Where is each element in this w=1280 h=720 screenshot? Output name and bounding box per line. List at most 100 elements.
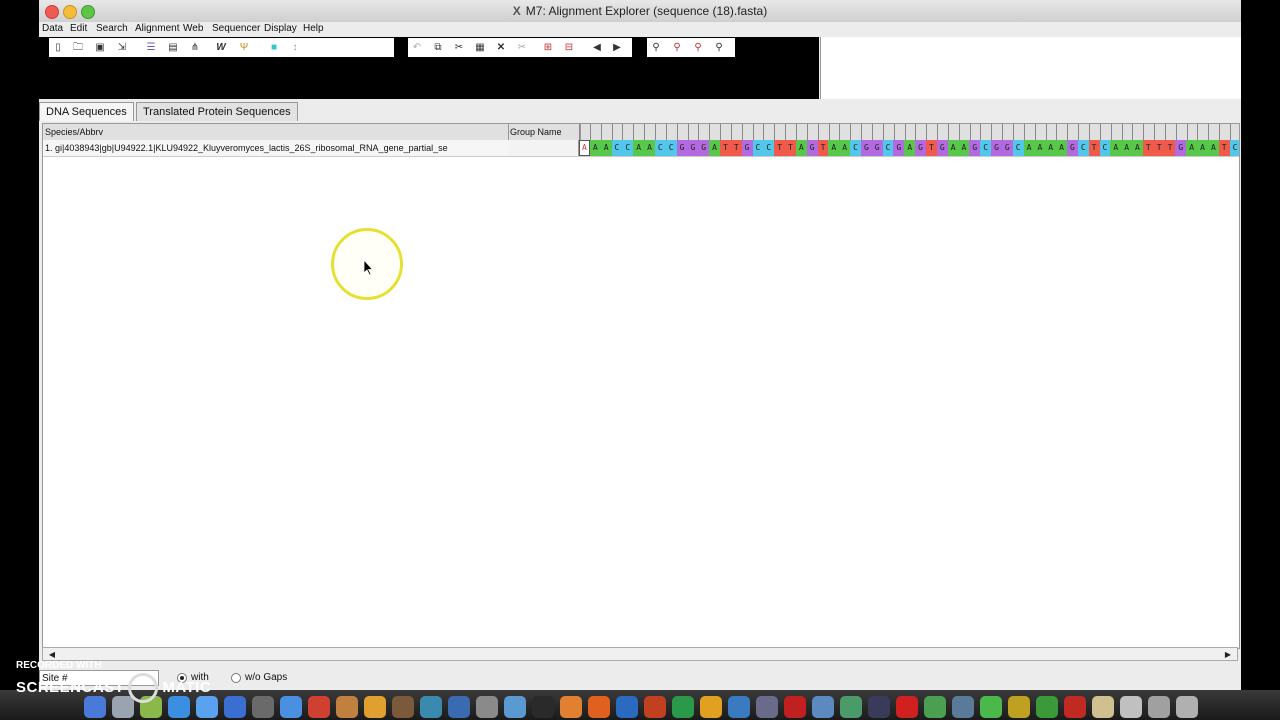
base-cell[interactable]: G: [698, 140, 710, 156]
base-cell[interactable]: G: [1066, 140, 1078, 156]
base-cell[interactable]: A: [1023, 140, 1035, 156]
iphoto-icon[interactable]: [336, 696, 358, 718]
firefox-icon[interactable]: [588, 696, 610, 718]
excel-icon[interactable]: [672, 696, 694, 718]
time-machine-icon[interactable]: [420, 696, 442, 718]
delete-gaps-icon[interactable]: ✂: [514, 40, 530, 55]
base-cell[interactable]: A: [839, 140, 851, 156]
tab-dna-sequences[interactable]: DNA Sequences: [39, 102, 134, 121]
facetime-icon[interactable]: [224, 696, 246, 718]
find-icon[interactable]: ⚲: [648, 40, 664, 55]
open-folder-icon[interactable]: 🗀: [70, 40, 86, 55]
base-cell[interactable]: G: [687, 140, 699, 156]
app-icon-13[interactable]: [1036, 696, 1058, 718]
base-cell[interactable]: C: [622, 140, 634, 156]
app-icon-11[interactable]: [952, 696, 974, 718]
base-cell[interactable]: C: [611, 140, 623, 156]
species-name-cell[interactable]: 1. gi|4038943|gb|U94922.1|KLU94922_Kluyv…: [43, 140, 509, 156]
delete-icon[interactable]: ✕: [493, 40, 509, 55]
base-cell[interactable]: A: [633, 140, 645, 156]
app-icon-2[interactable]: [392, 696, 414, 718]
base-cell[interactable]: A: [600, 140, 612, 156]
cut-icon[interactable]: ✂: [451, 40, 467, 55]
app-icon-8[interactable]: [812, 696, 834, 718]
base-cell[interactable]: T: [785, 140, 796, 156]
base-cell[interactable]: G: [676, 140, 688, 156]
scroll-right-icon[interactable]: ▶: [609, 40, 625, 55]
base-cell[interactable]: T: [1088, 140, 1100, 156]
save-icon[interactable]: ▣: [92, 40, 108, 55]
base-cell[interactable]: G: [991, 140, 1002, 156]
app-icon-9[interactable]: [840, 696, 862, 718]
sequence-cells[interactable]: AAACCAACCGGGATTGCCTTAGTAACGGCGAGTGAAGCGG…: [579, 140, 1239, 156]
find-prev-icon[interactable]: ⚲: [669, 40, 685, 55]
gmail-icon[interactable]: [896, 696, 918, 718]
menu-search[interactable]: Search: [96, 23, 128, 34]
base-cell[interactable]: A: [947, 140, 959, 156]
base-cell[interactable]: A: [828, 140, 840, 156]
scroll-left-icon[interactable]: ◀: [589, 40, 605, 55]
document-icon[interactable]: [1092, 696, 1114, 718]
find-next-icon[interactable]: ⚲: [690, 40, 706, 55]
base-cell[interactable]: G: [806, 140, 818, 156]
app-icon-4[interactable]: [504, 696, 526, 718]
base-cell[interactable]: G: [741, 140, 753, 156]
base-cell[interactable]: T: [817, 140, 829, 156]
without-gaps-radio[interactable]: [231, 673, 241, 683]
unmark-site-icon[interactable]: ⊟: [561, 40, 577, 55]
chrome-icon[interactable]: [924, 696, 946, 718]
paste-icon[interactable]: ▦: [472, 40, 488, 55]
base-cell[interactable]: C: [882, 140, 894, 156]
base-cell[interactable]: C: [980, 140, 992, 156]
base-cell[interactable]: G: [860, 140, 872, 156]
spotify-icon[interactable]: [980, 696, 1002, 718]
acrobat-icon[interactable]: [784, 696, 806, 718]
base-cell[interactable]: C: [850, 140, 861, 156]
camera-icon[interactable]: [252, 696, 274, 718]
base-cell[interactable]: C: [665, 140, 677, 156]
translate-icon[interactable]: ↕: [287, 40, 303, 55]
photo-booth-icon[interactable]: [308, 696, 330, 718]
base-cell[interactable]: C: [1012, 140, 1024, 156]
base-cell[interactable]: G: [893, 140, 905, 156]
base-cell[interactable]: T: [730, 140, 742, 156]
base-cell[interactable]: T: [1142, 140, 1154, 156]
species-column-header[interactable]: Species/Abbrv: [43, 124, 509, 140]
copy-icon[interactable]: ⧉: [430, 40, 446, 55]
base-cell[interactable]: A: [644, 140, 655, 156]
outlook-icon[interactable]: [700, 696, 722, 718]
color-toggle-icon[interactable]: ■: [266, 40, 282, 55]
base-cell[interactable]: C: [752, 140, 764, 156]
base-cell[interactable]: A: [579, 140, 590, 156]
save-session-icon[interactable]: ▤: [165, 40, 181, 55]
powerpoint-icon[interactable]: [644, 696, 666, 718]
menu-display[interactable]: Display: [264, 23, 297, 34]
menu-help[interactable]: Help: [303, 23, 324, 34]
folder-stack-icon[interactable]: [1148, 696, 1170, 718]
menu-edit[interactable]: Edit: [70, 23, 87, 34]
muscle-align-icon[interactable]: Ψ: [236, 40, 252, 55]
group-column-header[interactable]: Group Name: [508, 124, 581, 140]
align-icon[interactable]: ☰: [143, 40, 159, 55]
base-cell[interactable]: A: [589, 140, 601, 156]
trash-icon[interactable]: [1176, 696, 1198, 718]
base-cell[interactable]: T: [1218, 140, 1230, 156]
tab-translated-protein[interactable]: Translated Protein Sequences: [136, 102, 298, 121]
alignment-grid[interactable]: Species/Abbrv Group Name 1. gi|4038943|g…: [42, 123, 1240, 649]
base-cell[interactable]: T: [1164, 140, 1176, 156]
pdf-icon[interactable]: [1064, 696, 1086, 718]
base-cell[interactable]: A: [1110, 140, 1122, 156]
base-cell[interactable]: A: [1207, 140, 1219, 156]
menu-data[interactable]: Data: [42, 23, 63, 34]
app-icon-6[interactable]: [728, 696, 750, 718]
base-cell[interactable]: A: [958, 140, 970, 156]
app-icon-3[interactable]: [448, 696, 470, 718]
horizontal-scrollbar[interactable]: ◀ ▶: [42, 647, 1238, 661]
base-cell[interactable]: T: [926, 140, 937, 156]
undo-icon[interactable]: ↶: [409, 40, 425, 55]
base-cell[interactable]: G: [1001, 140, 1013, 156]
terminal-icon[interactable]: [532, 696, 554, 718]
base-cell[interactable]: G: [969, 140, 981, 156]
garageband-icon[interactable]: [364, 696, 386, 718]
export-icon[interactable]: ⇲: [114, 40, 130, 55]
